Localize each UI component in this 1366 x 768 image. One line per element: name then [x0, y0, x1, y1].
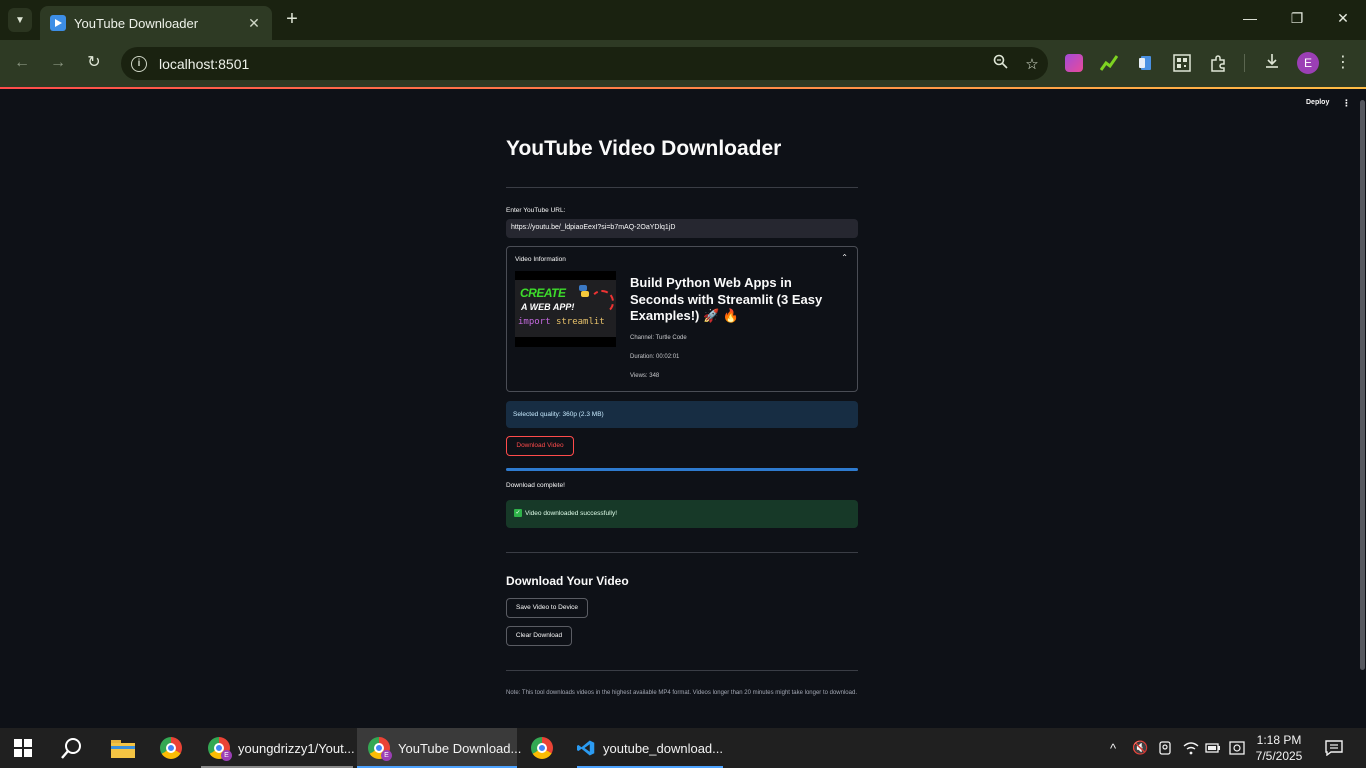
tray-chevron-up-icon[interactable]: ^	[1110, 728, 1116, 768]
qr-code-icon[interactable]	[1173, 54, 1191, 72]
chrome-icon[interactable]	[160, 728, 182, 768]
thumbnail-text: CREATE	[520, 286, 566, 300]
clock-time: 1:18 PM	[1256, 733, 1302, 747]
reload-icon[interactable]: ↻	[82, 52, 106, 76]
thumbnail-text: A WEB APP!	[521, 302, 575, 312]
action-center-icon[interactable]	[1325, 728, 1343, 768]
volume-muted-icon[interactable]: 🔇	[1132, 728, 1148, 768]
browser-menu-icon[interactable]: ⋮	[1332, 52, 1354, 72]
download-video-button[interactable]: Download Video	[506, 436, 574, 456]
expander-title: Video Information	[515, 256, 566, 263]
section-title: Download Your Video	[506, 574, 629, 588]
zoom-icon[interactable]	[984, 54, 1016, 73]
toolbar-divider	[1244, 54, 1245, 72]
taskbar-item-vscode[interactable]: youtube_download...	[567, 728, 723, 768]
progress-fill	[506, 468, 858, 471]
bookmark-star-icon[interactable]: ☆	[1016, 55, 1048, 73]
url-input-label: Enter YouTube URL:	[506, 207, 566, 214]
video-information-expander[interactable]: Video Information ⌃ CREATE A WEB APP! im…	[506, 246, 858, 392]
wifi-icon[interactable]	[1183, 728, 1199, 768]
address-bar[interactable]: i localhost:8501 ☆	[121, 47, 1048, 80]
youtube-url-input[interactable]: https://youtu.be/_ldpiaoEexI?si=b7mAQ-2O…	[506, 219, 858, 238]
taskbar-label: youngdrizzy1/Yout...	[238, 740, 355, 756]
taskbar-clock[interactable]: 1:18 PM 7/5/2025	[1254, 732, 1304, 764]
back-arrow-icon[interactable]: ←	[10, 52, 34, 76]
download-progress-bar	[506, 468, 858, 471]
taskbar-item-youtube-downloader[interactable]: E YouTube Download...	[357, 728, 521, 768]
taskbar-label: youtube_download...	[603, 740, 723, 756]
minimize-icon[interactable]: —	[1240, 10, 1260, 26]
windows-start-icon[interactable]	[14, 728, 32, 768]
divider	[506, 552, 858, 553]
extension-icon[interactable]	[1065, 54, 1083, 72]
address-bar-url[interactable]: localhost:8501	[159, 56, 984, 72]
clock-date: 7/5/2025	[1255, 749, 1303, 763]
docs-extension-icon[interactable]	[1137, 54, 1155, 72]
search-icon[interactable]	[61, 728, 83, 768]
site-info-icon[interactable]: i	[131, 55, 147, 72]
forward-arrow-icon[interactable]: →	[46, 52, 70, 76]
video-views: Views: 348	[630, 373, 660, 379]
thumbnail-code-module: streamlit	[555, 317, 605, 327]
clear-download-button[interactable]: Clear Download	[506, 626, 572, 646]
thumbnail-code-keyword: import	[518, 317, 551, 327]
window-close-icon[interactable]: ✕	[1333, 10, 1353, 27]
selected-quality-info: Selected quality: 360p (2.3 MB)	[506, 401, 858, 428]
thumbnail-code: import streamlit	[518, 317, 605, 327]
notification-settings-icon[interactable]	[1229, 728, 1245, 768]
chrome-icon[interactable]	[531, 728, 553, 768]
app-main-menu-icon[interactable]: ⋮	[1342, 98, 1351, 109]
battery-icon[interactable]	[1205, 728, 1221, 768]
success-message: Video downloaded successfully!	[525, 510, 618, 517]
profile-avatar[interactable]: E	[1297, 52, 1319, 74]
save-video-button[interactable]: Save Video to Device	[506, 598, 588, 618]
python-logo-icon	[577, 284, 591, 298]
arrow-graphic	[590, 290, 614, 314]
file-explorer-icon[interactable]	[111, 728, 135, 768]
camera-icon[interactable]	[1158, 728, 1172, 768]
tab-title: YouTube Downloader	[74, 15, 199, 31]
extensions-puzzle-icon[interactable]	[1209, 54, 1227, 72]
video-channel: Channel: Turtle Code	[630, 335, 687, 341]
chart-extension-icon[interactable]	[1099, 54, 1119, 72]
divider	[506, 187, 858, 188]
profile-badge-icon: E	[381, 750, 392, 761]
video-title: Build Python Web Apps in Seconds with St…	[630, 275, 823, 323]
divider	[506, 670, 858, 671]
deploy-button[interactable]: Deploy	[1306, 99, 1329, 106]
success-alert: ✓ Video downloaded successfully!	[506, 500, 858, 528]
tab-close-icon[interactable]: ✕	[246, 15, 262, 32]
tab-search-button[interactable]: ▼	[8, 8, 32, 32]
chevron-up-icon[interactable]: ⌃	[841, 253, 848, 262]
download-status: Download complete!	[506, 482, 565, 489]
page-scrollbar[interactable]	[1360, 100, 1365, 670]
taskbar-item-github[interactable]: E youngdrizzy1/Yout...	[201, 728, 355, 768]
profile-badge-icon: E	[221, 750, 232, 761]
download-icon[interactable]	[1261, 52, 1283, 75]
new-tab-button[interactable]: +	[282, 8, 302, 32]
taskbar-label: YouTube Download...	[398, 740, 522, 756]
check-icon: ✓	[514, 509, 522, 517]
video-duration: Duration: 00:02:01	[630, 354, 680, 360]
browser-tab-active[interactable]: YouTube Downloader ✕	[40, 6, 272, 40]
video-thumbnail: CREATE A WEB APP! import streamlit	[515, 271, 616, 347]
footer-note: Note: This tool downloads videos in the …	[506, 690, 857, 696]
vscode-icon	[577, 740, 595, 756]
restore-icon[interactable]: ❐	[1287, 10, 1307, 27]
streamlit-header-decoration	[0, 87, 1366, 89]
page-title: YouTube Video Downloader	[506, 137, 782, 160]
youtube-favicon-icon	[50, 15, 66, 31]
